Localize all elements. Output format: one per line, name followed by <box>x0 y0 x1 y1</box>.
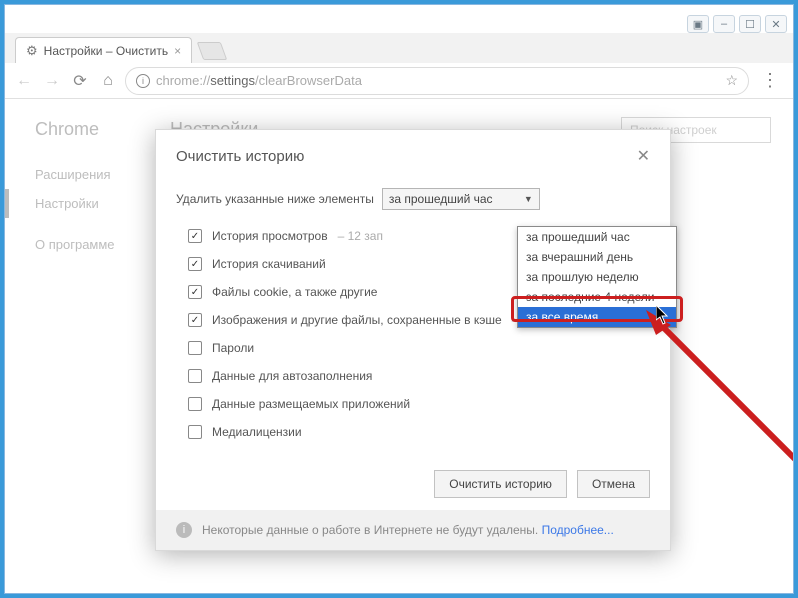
address-bar[interactable]: i chrome://settings/clearBrowserData ☆ <box>125 67 749 95</box>
time-range-select[interactable]: за прошедший час ▼ <box>382 188 540 210</box>
checkbox-meta: – 12 зап <box>338 229 383 243</box>
bookmark-star-icon[interactable]: ☆ <box>725 72 738 89</box>
clear-button[interactable]: Очистить историю <box>434 470 567 498</box>
chrome-menu-icon[interactable]: ⋮ <box>755 70 785 91</box>
maximize-button[interactable]: ☐ <box>739 15 761 33</box>
back-button[interactable]: ← <box>13 70 35 92</box>
checkbox[interactable]: ✓ <box>188 229 202 243</box>
tab-title: Настройки – Очистить <box>44 44 168 58</box>
checkbox-label: История просмотров <box>212 229 328 243</box>
user-button[interactable]: ▣ <box>687 15 709 33</box>
dropdown-option[interactable]: за последние 4 недели <box>518 287 676 307</box>
checkbox-label: Изображения и другие файлы, сохраненные … <box>212 313 502 327</box>
checkbox[interactable] <box>188 425 202 439</box>
dialog-title: Очистить историю <box>176 148 304 165</box>
checkbox-label: Данные размещаемых приложений <box>212 397 410 411</box>
checkbox[interactable]: ✓ <box>188 257 202 271</box>
checkbox[interactable] <box>188 341 202 355</box>
site-info-icon[interactable]: i <box>136 74 150 88</box>
cancel-button[interactable]: Отмена <box>577 470 650 498</box>
dialog-close-icon[interactable]: ✕ <box>637 146 650 166</box>
checkbox-label: Файлы cookie, а также другие <box>212 285 377 299</box>
clear-data-dialog: Очистить историю ✕ Удалить указанные ниж… <box>155 129 671 551</box>
os-titlebar: ▣ – ☐ ✕ <box>5 5 793 33</box>
close-window-button[interactable]: ✕ <box>765 15 787 33</box>
tab-close-icon[interactable]: × <box>174 44 181 58</box>
dropdown-option[interactable]: за прошлую неделю <box>518 267 676 287</box>
checkbox[interactable] <box>188 369 202 383</box>
new-tab-button[interactable] <box>197 42 228 60</box>
checkbox-label: Данные для автозаполнения <box>212 369 372 383</box>
checkbox[interactable]: ✓ <box>188 285 202 299</box>
checkbox-row: Медиалицензии <box>176 418 650 446</box>
info-text: Некоторые данные о работе в Интернете не… <box>202 523 538 537</box>
dropdown-option[interactable]: за вчерашний день <box>518 247 676 267</box>
checkbox[interactable]: ✓ <box>188 313 202 327</box>
time-range-dropdown: за прошедший часза вчерашний деньза прош… <box>517 226 677 328</box>
checkbox[interactable] <box>188 397 202 411</box>
minimize-button[interactable]: – <box>713 15 735 33</box>
url: chrome://settings/clearBrowserData <box>156 73 362 88</box>
dialog-infobar: i Некоторые данные о работе в Интернете … <box>156 510 670 550</box>
dropdown-option[interactable]: за все время <box>518 307 676 327</box>
select-value: за прошедший час <box>389 192 493 206</box>
checkbox-row: Данные размещаемых приложений <box>176 390 650 418</box>
toolbar: ← → ⟳ ⌂ i chrome://settings/clearBrowser… <box>5 63 793 99</box>
browser-tab[interactable]: ⚙ Настройки – Очистить × <box>15 37 192 63</box>
learn-more-link[interactable]: Подробнее... <box>542 523 614 537</box>
chevron-down-icon: ▼ <box>524 194 533 204</box>
delete-label: Удалить указанные ниже элементы <box>176 192 374 206</box>
info-icon: i <box>176 522 192 538</box>
browser-window: ▣ – ☐ ✕ ⚙ Настройки – Очистить × ← → ⟳ ⌂… <box>4 4 794 594</box>
checkbox-row: Данные для автозаполнения <box>176 362 650 390</box>
checkbox-label: История скачиваний <box>212 257 326 271</box>
reload-button[interactable]: ⟳ <box>69 70 91 92</box>
dropdown-option[interactable]: за прошедший час <box>518 227 676 247</box>
checkbox-row: Пароли <box>176 334 650 362</box>
forward-button[interactable]: → <box>41 70 63 92</box>
gear-icon: ⚙ <box>26 43 38 59</box>
page-content: Chrome Расширения Настройки О программе … <box>5 99 793 594</box>
checkbox-label: Медиалицензии <box>212 425 302 439</box>
tab-strip: ⚙ Настройки – Очистить × <box>5 33 793 63</box>
checkbox-label: Пароли <box>212 341 254 355</box>
home-button[interactable]: ⌂ <box>97 70 119 92</box>
